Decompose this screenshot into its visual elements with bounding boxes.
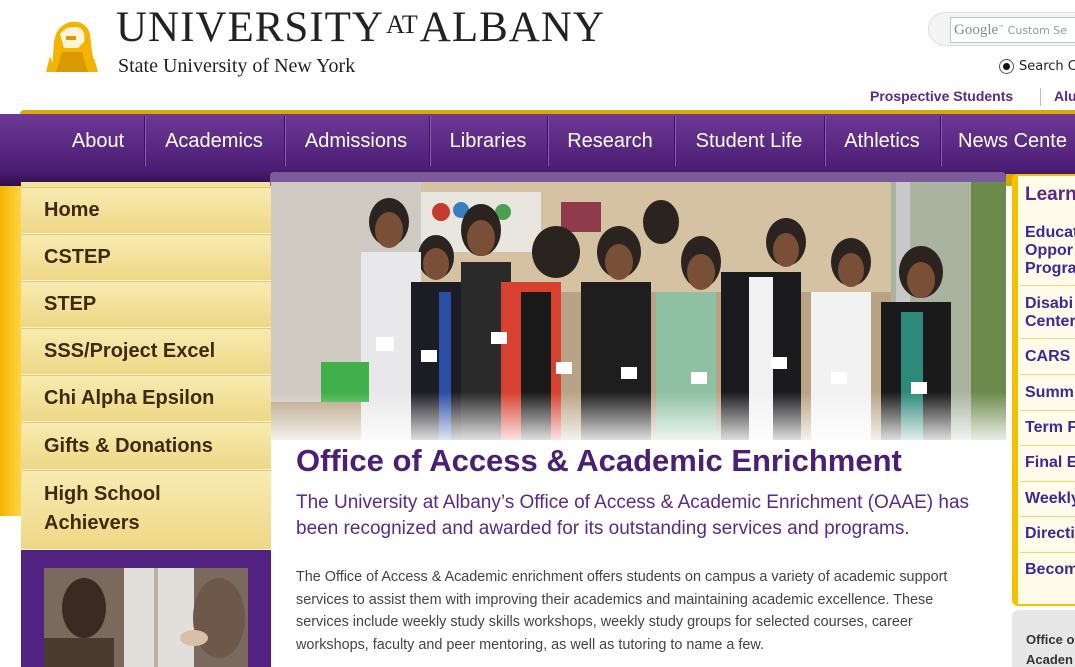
trademark-mark: ™ xyxy=(998,24,1005,32)
right-rail-info-text: Office o Acaden xyxy=(1026,630,1074,667)
search-scope-label: Search C xyxy=(1019,59,1075,74)
nav-academics[interactable]: Academics xyxy=(156,116,272,166)
search-placeholder: Custom Se xyxy=(1007,24,1068,37)
wordmark-university: UNIVERSITY xyxy=(116,4,384,51)
rail-divider xyxy=(1020,445,1075,446)
nav-news-center[interactable]: News Cente xyxy=(952,116,1075,166)
page-subtitle: The University at Albany’s Office of Acc… xyxy=(296,492,970,539)
rail-link-final-exams[interactable]: Final E xyxy=(1025,454,1075,472)
search-scope-radio[interactable] xyxy=(999,59,1014,74)
info-text-line: Acaden xyxy=(1026,652,1073,667)
rail-link-become[interactable]: Becom xyxy=(1025,561,1075,579)
sidebar-item-label: Gifts & Donations xyxy=(44,435,213,457)
nav-divider xyxy=(429,116,430,166)
sidebar-item-home[interactable]: Home xyxy=(21,187,271,234)
nav-divider xyxy=(547,116,548,166)
right-rail-heading: Learn xyxy=(1025,184,1075,205)
rail-link-line: Disabi xyxy=(1025,295,1074,312)
nav-athletics[interactable]: Athletics xyxy=(836,116,928,166)
nav-divider xyxy=(674,116,675,166)
wordmark-at: AT xyxy=(385,10,418,39)
sidebar-item-label: STEP xyxy=(44,293,97,315)
nav-divider xyxy=(824,116,825,166)
info-text-line: Office o xyxy=(1026,632,1075,647)
sidebar-item-label-line2: Achievers xyxy=(44,512,140,534)
sidebar-item-label: CSTEP xyxy=(44,246,111,268)
rail-link-directions[interactable]: Directi xyxy=(1025,525,1075,543)
nav-research[interactable]: Research xyxy=(559,116,661,166)
sidebar-item-label: SSS/Project Excel xyxy=(44,340,216,362)
university-seal-logo[interactable] xyxy=(42,12,100,76)
nav-divider xyxy=(284,116,285,166)
nav-divider xyxy=(940,116,941,166)
nav-about[interactable]: About xyxy=(62,116,134,166)
rail-link-educational-opportunity[interactable]: Educat Oppor Progra xyxy=(1025,224,1075,278)
sidebar-photo xyxy=(44,568,248,667)
utility-link-alumni[interactable]: Alu xyxy=(1054,88,1075,104)
rail-divider xyxy=(1020,481,1075,482)
rail-link-line: Oppor xyxy=(1025,242,1073,259)
left-gold-band xyxy=(0,186,22,516)
rail-divider xyxy=(1020,516,1075,517)
rail-link-line: Educat xyxy=(1025,224,1075,241)
rail-link-line: Center xyxy=(1025,313,1075,330)
sidebar-item-high-school-achievers[interactable]: High School Achievers xyxy=(21,470,271,550)
university-subtitle: State University of New York xyxy=(118,55,356,77)
sidebar-item-cstep[interactable]: CSTEP xyxy=(21,234,271,281)
wordmark-albany: ALBANY xyxy=(419,4,605,51)
rail-link-cars[interactable]: CARS xyxy=(1025,348,1070,366)
rail-divider xyxy=(1020,410,1075,411)
rail-link-term[interactable]: Term F xyxy=(1025,419,1075,437)
sidebar-item-label: High School xyxy=(44,483,161,505)
utility-divider xyxy=(1040,88,1041,106)
rail-divider xyxy=(1020,338,1075,339)
rail-divider xyxy=(1020,285,1075,286)
nav-student-life[interactable]: Student Life xyxy=(686,116,812,166)
rail-divider xyxy=(1020,374,1075,375)
google-logo: Google xyxy=(954,22,999,38)
nav-divider xyxy=(144,116,145,166)
nav-admissions[interactable]: Admissions xyxy=(296,116,416,166)
sidebar-item-gifts-donations[interactable]: Gifts & Donations xyxy=(21,422,271,470)
nav-libraries[interactable]: Libraries xyxy=(441,116,535,166)
rail-link-line: Progra xyxy=(1025,260,1075,277)
university-wordmark[interactable]: UNIVERSITYATALBANY xyxy=(116,6,605,49)
intro-paragraph: The Office of Access & Academic enrichme… xyxy=(296,569,948,653)
hero-fade-overlay xyxy=(271,392,1006,448)
search-input[interactable]: Google™ Custom Se xyxy=(950,17,1075,43)
sidebar-item-step[interactable]: STEP xyxy=(21,281,271,328)
rail-divider xyxy=(1020,552,1075,553)
rail-link-weekly[interactable]: Weekly xyxy=(1025,490,1075,508)
rail-link-disability-center[interactable]: Disabi Center xyxy=(1025,295,1075,331)
sidebar-item-label: Chi Alpha Epsilon xyxy=(44,387,215,409)
utility-link-prospective-students[interactable]: Prospective Students xyxy=(870,88,1013,104)
sidebar-item-chi-alpha-epsilon[interactable]: Chi Alpha Epsilon xyxy=(21,375,271,422)
rail-link-summer[interactable]: Summ xyxy=(1025,384,1074,402)
sidebar-item-sss-project-excel[interactable]: SSS/Project Excel xyxy=(21,328,271,375)
page-title: Office of Access & Academic Enrichment xyxy=(296,443,902,478)
sidebar-item-label: Home xyxy=(44,199,100,221)
